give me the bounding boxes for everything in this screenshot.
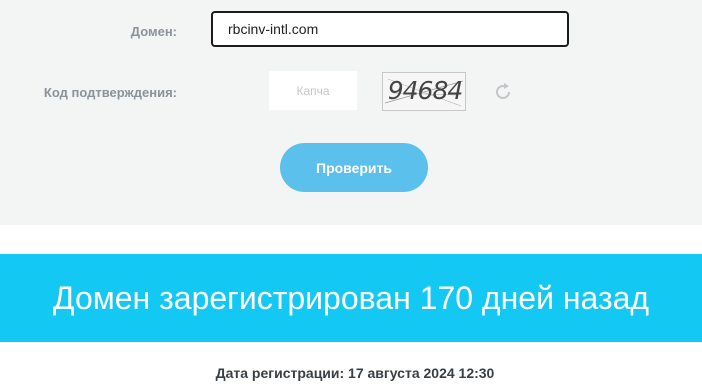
registration-date: Дата регистрации: 17 августа 2024 12:30	[215, 365, 495, 381]
result-headline: Домен зарегистрирован 170 дней назад	[52, 280, 650, 316]
captcha-input[interactable]	[269, 71, 357, 110]
refresh-icon[interactable]	[491, 80, 515, 104]
captcha-image: 94684	[382, 72, 466, 111]
domain-label: Домен:	[130, 24, 177, 39]
whois-check-form: Домен: Код подтверждения: 94684 Проверит…	[0, 0, 702, 225]
domain-input[interactable]	[211, 11, 569, 47]
result-banner: Домен зарегистрирован 170 дней назад	[0, 254, 702, 342]
captcha-text: 94684	[387, 76, 464, 105]
check-button[interactable]: Проверить	[280, 143, 428, 192]
verification-code-label: Код подтверждения:	[43, 85, 177, 100]
